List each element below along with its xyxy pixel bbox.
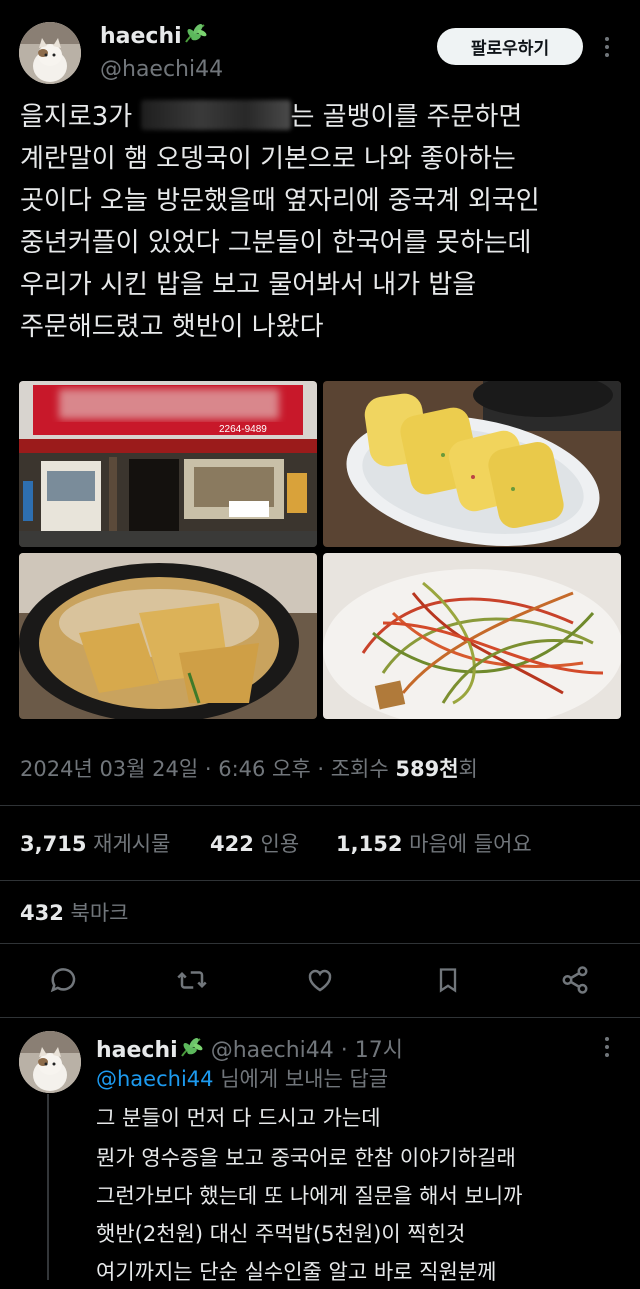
leaf-emoji-icon	[182, 24, 208, 49]
reply-author-handle[interactable]: @haechi44	[211, 1038, 334, 1063]
sign-phone-number: 2264-9489	[219, 424, 267, 435]
tweet-timestamp-views: 2024년 03월 24일 · 6:46 오후 · 조회수 589천회	[20, 757, 478, 781]
retweet-icon[interactable]	[172, 960, 212, 1000]
reply-text-line: 그런가보다 했는데 또 나에게 질문을 해서 보니까	[96, 1184, 523, 1208]
photo-spicy-green-onion-salad[interactable]	[323, 553, 621, 719]
thread-line	[47, 1094, 49, 1280]
reply-text-line: 그 분들이 먼저 다 드시고 가는데	[96, 1106, 381, 1130]
follow-button[interactable]: 팔로우하기	[437, 28, 583, 65]
photo-rolled-omelette[interactable]	[323, 381, 621, 547]
author-name[interactable]: haechi	[100, 22, 208, 49]
author-avatar[interactable]	[19, 22, 81, 84]
more-options-icon[interactable]	[602, 36, 612, 61]
quotes-stat[interactable]: 422 인용	[210, 828, 299, 858]
replying-to-handle[interactable]: @haechi44	[96, 1067, 214, 1091]
leaf-emoji-icon	[178, 1038, 204, 1063]
bookmarks-stat[interactable]: 432 북마크	[20, 897, 129, 927]
tweet-text-line: 중년커플이 있었다 그분들이 한국어를 못하는데	[20, 228, 532, 258]
reply-text-line: 햇반(2천원) 대신 주먹밥(5천원)이 찍힌것	[96, 1222, 466, 1246]
like-icon[interactable]	[300, 960, 340, 1000]
reply-text-line: 뭔가 영수증을 보고 중국어로 한참 이야기하길래	[96, 1146, 516, 1170]
photo-restaurant-front[interactable]: 2264-9489	[19, 381, 317, 547]
reply-author-avatar[interactable]	[19, 1031, 81, 1093]
tweet-text-line: 주문해드렸고 햇반이 나왔다	[20, 312, 324, 342]
reply-time: · 17시	[340, 1038, 404, 1063]
tweet-text-line: 우리가 시킨 밥을 보고 물어봐서 내가 밥을	[20, 270, 477, 300]
tweet-text-line: 곳이다 오늘 방문했을때 옆자리에 중국계 외국인	[20, 186, 540, 216]
tweet-text-line: 계란말이 햄 오뎅국이 기본으로 나와 좋아하는	[20, 144, 516, 174]
reply-more-options-icon[interactable]	[602, 1036, 612, 1061]
reply-author-name[interactable]: haechi	[96, 1038, 178, 1063]
reply-header: haechi @haechi44 · 17시	[96, 1032, 403, 1064]
tweet-text: 을지로3가 는 골뱅이를 주문하면 계란말이 햄 오뎅국이 기본으로 나와 좋아…	[20, 96, 620, 348]
retweets-stat[interactable]: 3,715 재게시물	[20, 828, 170, 858]
view-count: 589천	[395, 757, 459, 781]
divider	[0, 1017, 640, 1018]
divider	[0, 880, 640, 881]
divider	[0, 805, 640, 806]
likes-stat[interactable]: 1,152 마음에 들어요	[336, 828, 532, 858]
photo-fishcake-soup[interactable]	[19, 553, 317, 719]
blurred-restaurant-name	[140, 100, 291, 130]
divider	[0, 943, 640, 944]
reply-text: 그 분들이 먼저 다 드시고 가는데 뭔가 영수증을 보고 중국어로 한참 이야…	[96, 1101, 522, 1289]
bookmark-icon[interactable]	[428, 960, 468, 1000]
author-handle[interactable]: @haechi44	[100, 57, 223, 82]
reply-text-line: 여기까지는 단순 실수인줄 알고 바로 직원분께	[96, 1260, 497, 1284]
reply-icon[interactable]	[44, 960, 84, 1000]
tweet-text-line: 을지로3가 는 골뱅이를 주문하면	[20, 100, 523, 132]
share-icon[interactable]	[555, 960, 595, 1000]
replying-to: @haechi44 님에게 보내는 답글	[96, 1067, 389, 1091]
